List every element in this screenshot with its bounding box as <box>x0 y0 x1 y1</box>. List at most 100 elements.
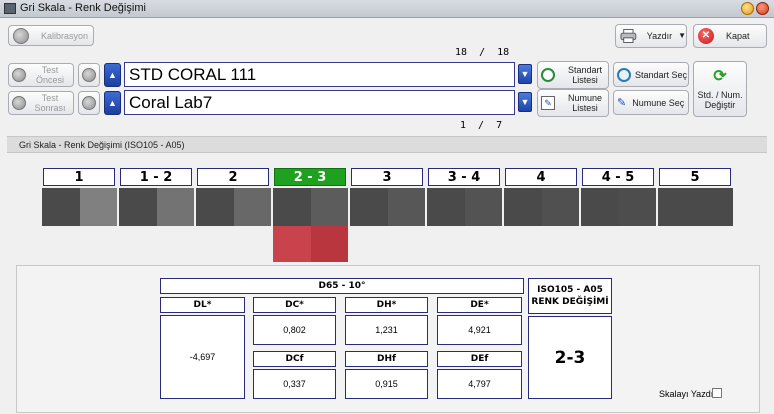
minimize-icon[interactable] <box>741 2 754 15</box>
test-after-button[interactable]: Test Sonrası <box>8 91 74 115</box>
chevron-down-icon: ▼ <box>678 31 686 40</box>
scale-swatch-left <box>119 188 157 226</box>
scale-grade-2: 1 - 2 <box>120 168 192 186</box>
scale-swatch-left <box>658 188 696 226</box>
standard-up-button[interactable]: ▲ <box>104 63 121 87</box>
scale-swatch-right <box>156 188 194 226</box>
scale-grade-4: 2 - 3 <box>274 168 346 186</box>
dhf-header: DHf <box>345 351 428 367</box>
scale-swatch-4 <box>273 188 348 226</box>
scale-swatch-7 <box>504 188 579 226</box>
standard-list-icon <box>541 68 555 82</box>
illuminant-header: D65 - 10° <box>160 278 524 294</box>
scale-swatch-1 <box>42 188 117 226</box>
standard-counter: 18 / 18 <box>455 47 510 58</box>
scale-swatch-left <box>504 188 542 226</box>
standard-field[interactable]: STD CORAL 111 <box>124 62 515 87</box>
window-title: Gri Skala - Renk Değişimi <box>20 2 146 14</box>
de-header: DE* <box>437 297 522 313</box>
standard-select-button[interactable]: Standart Seç <box>613 62 689 87</box>
scale-grade-8: 4 - 5 <box>582 168 654 186</box>
sample-list-label: Numune Listesi <box>567 93 603 113</box>
scale-swatch-5 <box>350 188 425 226</box>
section-header: Gri Skala - Renk Değişimi (ISO105 - A05) <box>7 136 767 153</box>
printer-icon <box>620 29 637 43</box>
swap-label: Std. / Num. Değiştir <box>697 89 743 110</box>
dcf-value: 0,337 <box>253 369 336 399</box>
def-value: 4,797 <box>437 369 522 399</box>
scale-grade-7: 4 <box>505 168 577 186</box>
sample-up-button[interactable]: ▲ <box>104 91 121 115</box>
scale-swatch-8 <box>581 188 656 226</box>
sample-select-label: Numune Seç <box>632 97 685 108</box>
print-scale-label: Skalayı Yazdır <box>659 389 717 399</box>
scale-swatch-left <box>273 188 311 226</box>
standard-list-label: Standart Listesi <box>567 65 603 85</box>
calibration-label: Kalibrasyon <box>41 30 89 41</box>
scale-swatch-right <box>79 188 117 226</box>
iso-grade-value: 2-3 <box>528 316 612 399</box>
scale-swatch-right <box>387 188 425 226</box>
scale-swatch-right <box>541 188 579 226</box>
sample-swatch-right <box>310 226 348 262</box>
print-scale-checkbox[interactable] <box>712 388 722 398</box>
standard-select-icon <box>617 67 631 82</box>
print-label: Yazdır <box>646 31 673 41</box>
test-before-label: Test Öncesi <box>35 65 64 85</box>
scale-grade-6: 3 - 4 <box>428 168 500 186</box>
sample-search-icon <box>82 96 96 110</box>
scale-swatch-left <box>196 188 234 226</box>
scale-swatch-left <box>42 188 80 226</box>
dc-header: DC* <box>253 297 336 313</box>
sample-color-swatch <box>273 226 348 262</box>
dh-header: DH* <box>345 297 428 313</box>
de-value: 4,921 <box>437 315 522 345</box>
dc-value: 0,802 <box>253 315 336 345</box>
scale-swatch-left <box>581 188 619 226</box>
def-header: DEf <box>437 351 522 367</box>
iso-title-line1: ISO105 - A05 <box>537 285 603 295</box>
standard-select-label: Standart Seç <box>635 69 688 80</box>
print-button[interactable]: Yazdır ▼ <box>615 24 687 48</box>
scale-swatch-left <box>350 188 388 226</box>
sample-select-button[interactable]: ✎ Numune Seç <box>613 90 689 115</box>
sample-list-icon: ✎ <box>541 96 555 110</box>
test-before-button[interactable]: Test Öncesi <box>8 63 74 87</box>
scale-swatch-3 <box>196 188 271 226</box>
iso-title: ISO105 - A05 RENK DEĞİŞİMİ <box>528 278 612 314</box>
close-window-icon[interactable] <box>756 2 769 15</box>
swap-button[interactable]: ⟳ Std. / Num. Değiştir <box>693 61 747 117</box>
dcf-header: DCf <box>253 351 336 367</box>
scale-swatch-9 <box>658 188 733 226</box>
dhf-value: 0,915 <box>345 369 428 399</box>
calibration-button[interactable]: Kalibrasyon <box>8 25 94 46</box>
close-icon: ✕ <box>698 28 714 44</box>
app-icon <box>4 3 16 14</box>
standard-list-button[interactable]: Standart Listesi <box>537 61 609 89</box>
standard-dropdown-button[interactable]: ▼ <box>518 64 532 84</box>
sample-counter: 1 / 7 <box>460 120 503 131</box>
standard-search-button[interactable] <box>78 63 100 87</box>
scale-swatch-6 <box>427 188 502 226</box>
iso-title-line2: RENK DEĞİŞİMİ <box>531 297 609 307</box>
dh-value: 1,231 <box>345 315 428 345</box>
scale-swatch-right <box>233 188 271 226</box>
close-label: Kapat <box>726 31 750 41</box>
close-button[interactable]: ✕ Kapat <box>693 24 767 48</box>
scale-swatch-right <box>618 188 656 226</box>
title-bar: Gri Skala - Renk Değişimi <box>0 0 774 18</box>
dl-value: -4,697 <box>160 315 245 399</box>
sample-list-button[interactable]: ✎ Numune Listesi <box>537 89 609 117</box>
scale-swatch-right <box>464 188 502 226</box>
sample-search-button[interactable] <box>78 91 100 115</box>
scale-grade-5: 3 <box>351 168 423 186</box>
test-after-label: Test Sonrası <box>34 93 66 113</box>
scale-grade-9: 5 <box>659 168 731 186</box>
sample-swatch-left <box>273 226 311 262</box>
sample-field[interactable]: Coral Lab7 <box>124 90 515 115</box>
scale-swatch-right <box>310 188 348 226</box>
sample-select-icon: ✎ <box>617 96 627 109</box>
test-after-icon <box>12 96 26 110</box>
scale-grade-3: 2 <box>197 168 269 186</box>
sample-dropdown-button[interactable]: ▼ <box>518 92 532 112</box>
